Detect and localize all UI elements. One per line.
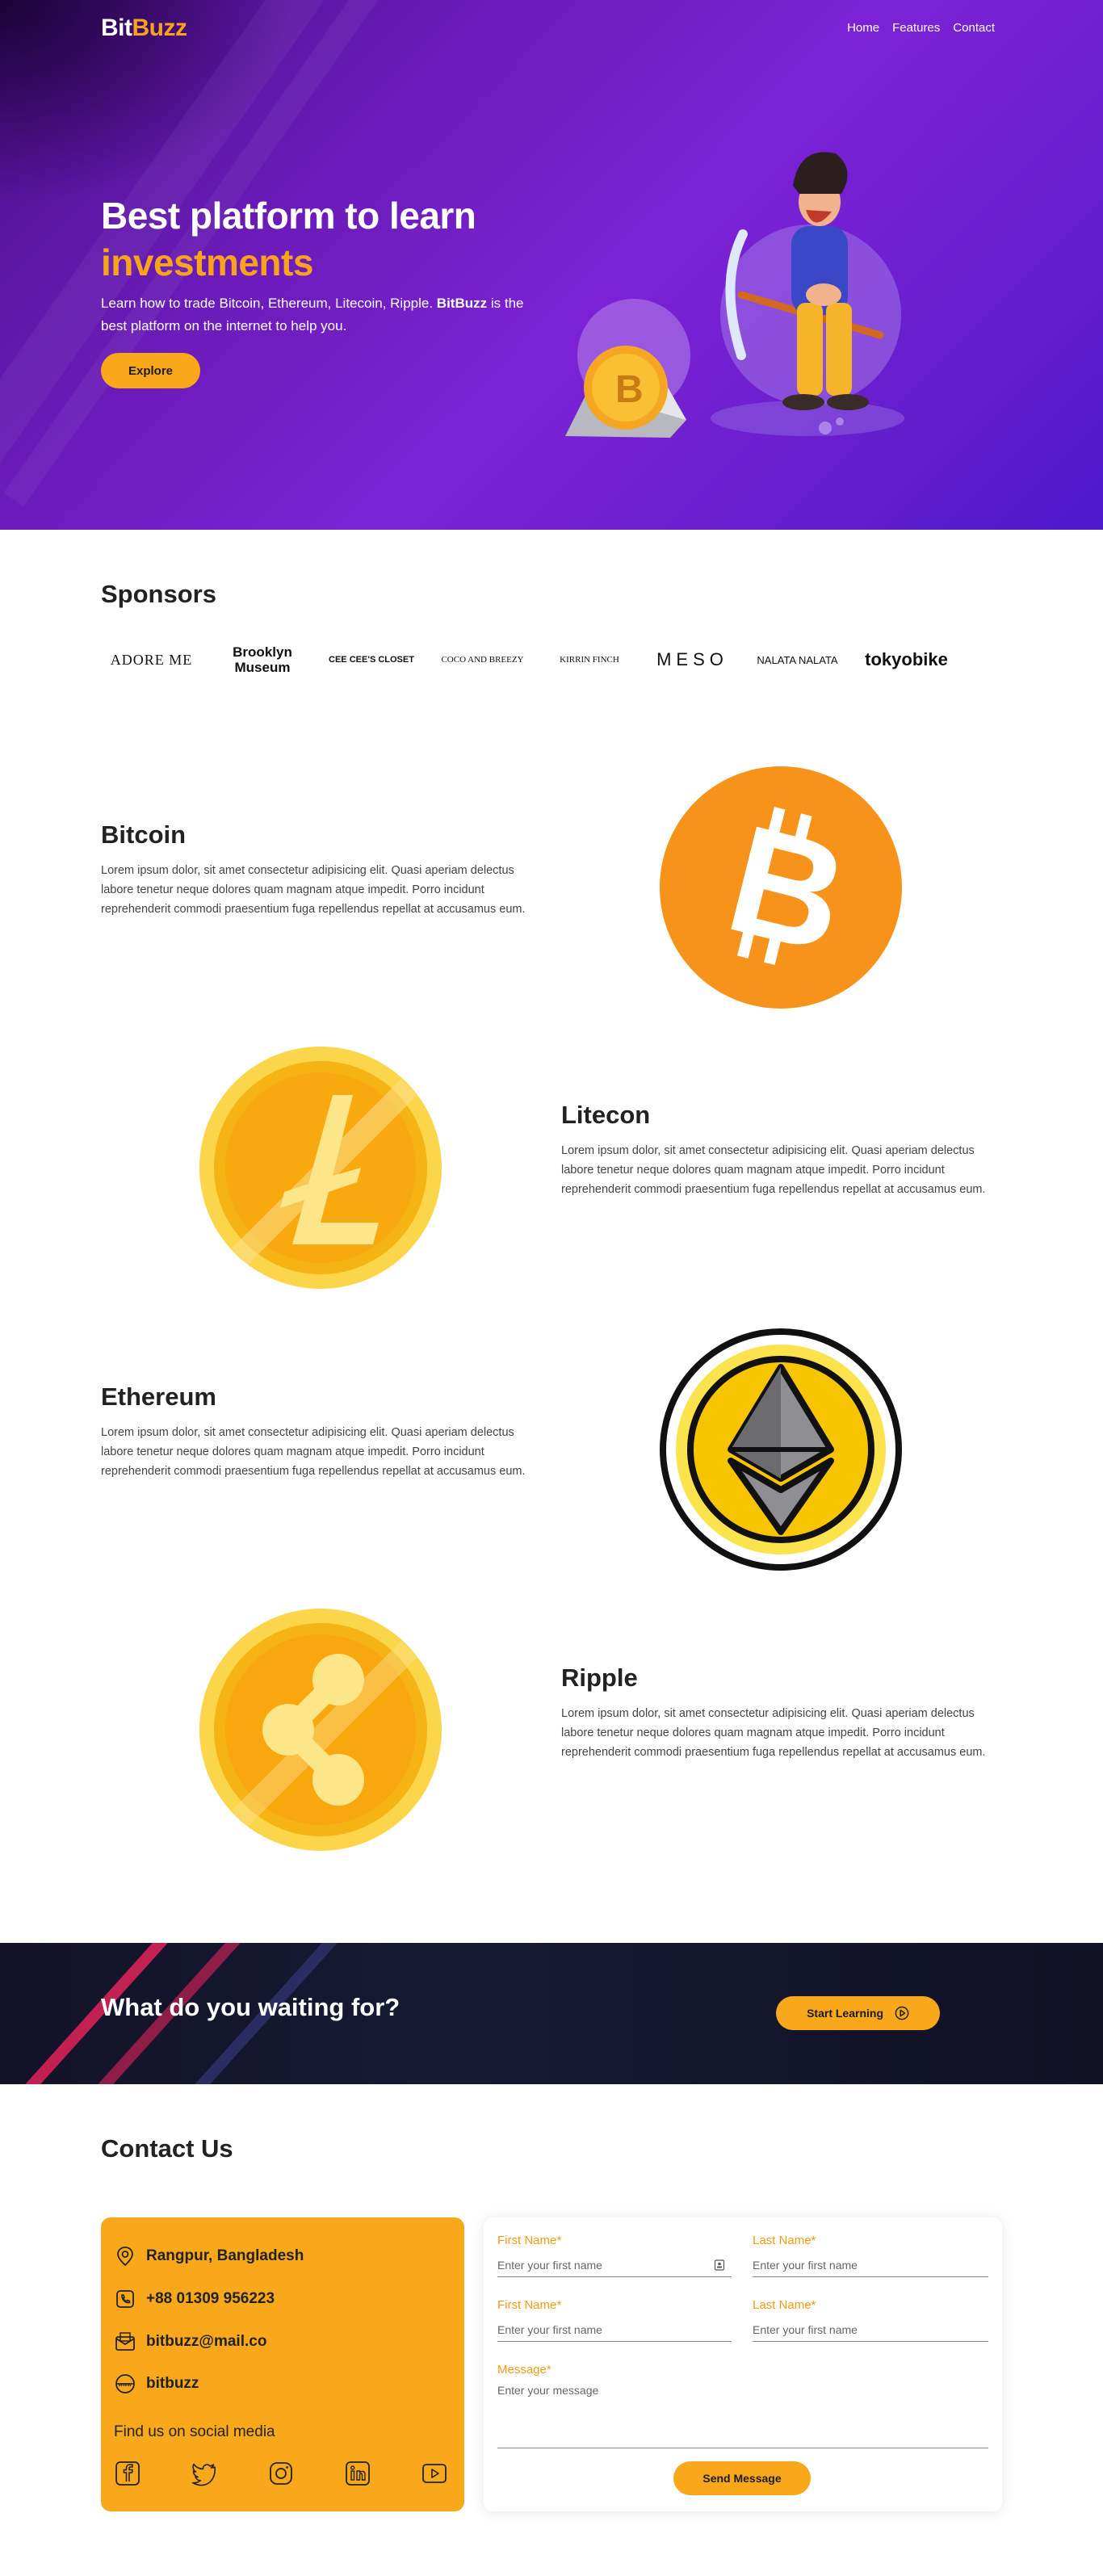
- email-text: bitbuzz@mail.co: [146, 2333, 267, 2350]
- logo-text-bit: Bit: [101, 15, 132, 41]
- feature-text-bitcoin: Lorem ipsum dolor, sit amet consectetur …: [101, 864, 526, 916]
- hero-title-line2: investments: [101, 241, 313, 283]
- sponsor-logo-kirrin-finch: KIRRIN FINCH: [560, 655, 619, 665]
- last-name-input[interactable]: [753, 2253, 988, 2277]
- litecoin-icon: [199, 1047, 442, 1289]
- feature-title-ripple: Ripple: [561, 1663, 638, 1692]
- sponsor-logo-tokyobike: tokyobike: [865, 649, 948, 669]
- website-row[interactable]: www bitbuzz: [114, 2373, 199, 2395]
- last-name-input-2[interactable]: [753, 2318, 988, 2342]
- website-text: bitbuzz: [146, 2375, 199, 2392]
- hero-section: BitBuzz Home Features Contact Best platf…: [0, 0, 1103, 530]
- first-name-label: First Name*: [497, 2234, 562, 2247]
- cta-banner: What do you waiting for? Start Learning: [0, 1943, 1103, 2084]
- contact-title: Contact Us: [101, 2134, 233, 2163]
- hero-subtitle-pre: Learn how to trade Bitcoin, Ethereum, Li…: [101, 296, 437, 311]
- instagram-icon[interactable]: [267, 2460, 295, 2487]
- message-textarea[interactable]: [497, 2384, 988, 2448]
- phone-icon: [116, 2290, 134, 2308]
- phone-text: +88 01309 956223: [146, 2290, 275, 2307]
- ethereum-icon: [660, 1328, 902, 1571]
- send-message-button[interactable]: Send Message: [673, 2461, 811, 2495]
- play-circle-icon: [895, 2006, 909, 2020]
- sponsor-logo-brooklyn-museum: Brooklyn Museum: [233, 644, 292, 675]
- phone-row[interactable]: +88 01309 956223: [114, 2288, 275, 2310]
- message-label: Message*: [497, 2363, 552, 2377]
- hero-subtitle: Learn how to trade Bitcoin, Ethereum, Li…: [101, 292, 553, 338]
- sponsor-logo-coco-and-breezy: COCO AND BREEZY: [441, 655, 524, 665]
- twitter-icon[interactable]: [191, 2460, 218, 2487]
- svg-text:www: www: [118, 2382, 132, 2388]
- feature-text-litecoin: Lorem ipsum dolor, sit amet consectetur …: [561, 1144, 986, 1196]
- miner-illustration: B: [565, 152, 904, 438]
- hero-title: Best platform to learn investments: [101, 192, 476, 286]
- explore-button[interactable]: Explore: [101, 353, 200, 388]
- feature-title-litecoin: Litecon: [561, 1101, 651, 1129]
- sponsors-title: Sponsors: [101, 580, 216, 608]
- ripple-icon: [199, 1609, 442, 1851]
- start-learning-label: Start Learning: [807, 2007, 883, 2020]
- last-name-label: Last Name*: [753, 2234, 816, 2247]
- top-nav: Home Features Contact: [847, 21, 995, 35]
- linkedin-icon[interactable]: [344, 2460, 371, 2487]
- feature-text-ripple: Lorem ipsum dolor, sit amet consectetur …: [561, 1707, 986, 1759]
- svg-text:B: B: [615, 368, 644, 411]
- www-globe-icon: www: [115, 2374, 135, 2393]
- nav-features-link[interactable]: Features: [892, 21, 940, 35]
- first-name-input[interactable]: [497, 2253, 732, 2277]
- sponsor-logo-adoreme: ADORE ME: [110, 651, 193, 668]
- first-name-input-2[interactable]: [497, 2318, 732, 2342]
- brand-logo[interactable]: BitBuzz: [101, 15, 187, 42]
- first-name-label-2: First Name*: [497, 2298, 562, 2312]
- email-row[interactable]: bitbuzz@mail.co: [114, 2331, 266, 2353]
- feature-title-bitcoin: Bitcoin: [101, 820, 187, 849]
- bitcoin-icon: B: [660, 766, 902, 1009]
- cta-title: What do you waiting for?: [101, 1993, 401, 2021]
- contact-form: First Name* Last Name* First Name* Last …: [484, 2217, 1002, 2511]
- start-learning-button[interactable]: Start Learning: [776, 1996, 940, 2030]
- autofill-contact-icon[interactable]: [714, 2259, 725, 2271]
- nav-contact-link[interactable]: Contact: [953, 21, 995, 35]
- social-icons: [114, 2460, 453, 2489]
- sponsor-logo-ceecees-closet: CEE CEE'S CLOSET: [329, 655, 414, 665]
- hero-title-line1: Best platform to learn: [101, 195, 476, 237]
- address-row: Rangpur, Bangladesh: [114, 2245, 304, 2268]
- contact-info-card: Rangpur, Bangladesh +88 01309 956223 bit…: [101, 2217, 464, 2511]
- social-title: Find us on social media: [114, 2423, 275, 2440]
- feature-title-ethereum: Ethereum: [101, 1382, 216, 1411]
- last-name-label-2: Last Name*: [753, 2298, 816, 2312]
- sponsor-logo-nalata: NALATA NALATA: [757, 653, 838, 666]
- sponsor-logo-meso: MESO: [656, 649, 728, 669]
- nav-home-link[interactable]: Home: [847, 21, 879, 35]
- mail-icon: [115, 2332, 135, 2351]
- facebook-icon[interactable]: [114, 2460, 141, 2487]
- feature-text-ethereum: Lorem ipsum dolor, sit amet consectetur …: [101, 1426, 526, 1478]
- sponsor-logos: ADORE ME Brooklyn Museum CEE CEE'S CLOSE…: [101, 638, 957, 682]
- logo-text-buzz: Buzz: [132, 15, 188, 41]
- address-text: Rangpur, Bangladesh: [146, 2247, 304, 2264]
- youtube-icon[interactable]: [421, 2460, 448, 2487]
- map-pin-icon: [117, 2247, 133, 2267]
- hero-subtitle-brand: BitBuzz: [436, 296, 488, 311]
